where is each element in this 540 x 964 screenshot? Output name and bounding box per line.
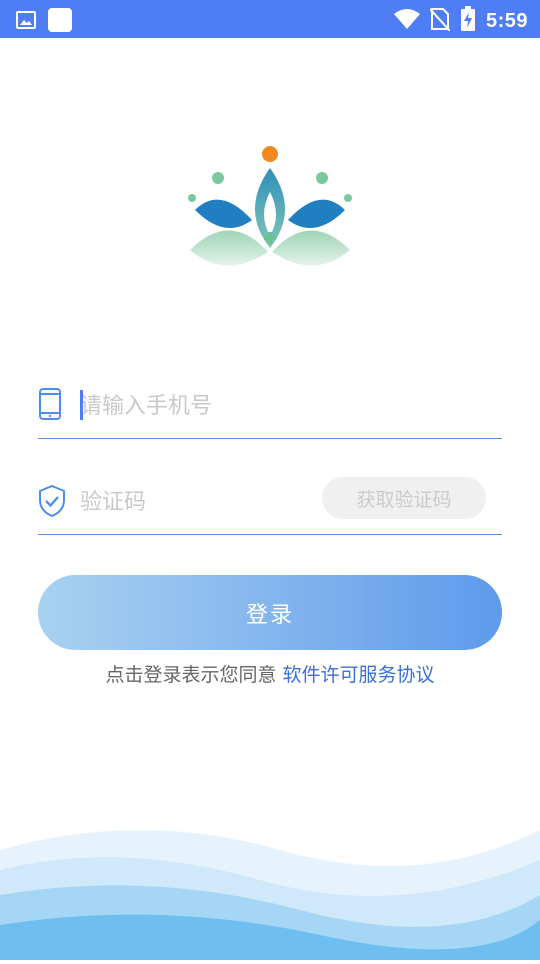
status-time: 5:59 xyxy=(485,9,528,32)
no-sim-icon xyxy=(429,7,451,35)
lotus-logo xyxy=(180,140,360,290)
text-caret xyxy=(80,390,83,420)
square-icon xyxy=(48,8,72,36)
login-button[interactable]: 登录 xyxy=(38,575,502,650)
agreement-prefix: 点击登录表示您同意 xyxy=(105,664,283,686)
status-bar: 5:59 xyxy=(0,0,540,38)
get-code-button[interactable]: 获取验证码 xyxy=(322,477,486,519)
phone-icon xyxy=(38,388,66,422)
battery-charging-icon xyxy=(460,6,476,36)
license-agreement-link[interactable]: 软件许可服务协议 xyxy=(283,664,435,686)
verification-code-input[interactable] xyxy=(80,482,340,522)
verification-code-field: 获取验证码 xyxy=(38,474,502,535)
agreement-text: 点击登录表示您同意 软件许可服务协议 xyxy=(0,660,540,687)
wifi-icon xyxy=(393,8,420,34)
phone-input[interactable] xyxy=(80,386,340,426)
image-icon xyxy=(16,10,36,34)
wave-decoration xyxy=(0,800,540,960)
shield-check-icon xyxy=(38,484,66,518)
phone-field xyxy=(38,378,502,439)
